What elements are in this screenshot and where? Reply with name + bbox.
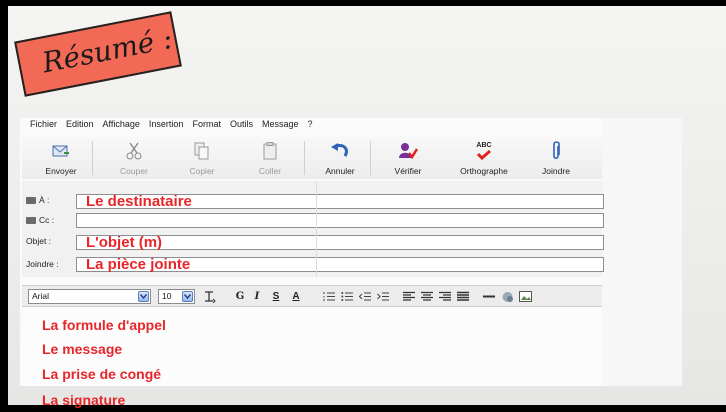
menu-fichier[interactable]: Fichier xyxy=(30,119,57,133)
chevron-down-icon[interactable] xyxy=(182,291,193,302)
font-select[interactable]: Arial xyxy=(28,289,151,304)
subject-field[interactable]: L'objet (m) xyxy=(76,234,604,251)
check-names-icon xyxy=(398,141,418,161)
body-line-message: Le message xyxy=(42,341,123,357)
align-right-button[interactable] xyxy=(438,289,452,304)
align-right-icon xyxy=(439,291,451,301)
subject-label: Objet : xyxy=(26,236,52,246)
clipboard-icon xyxy=(260,141,280,161)
address-book-icon[interactable] xyxy=(26,216,36,224)
paragraph-style-icon xyxy=(205,291,216,303)
left-frame-edge xyxy=(0,0,8,412)
attach-field[interactable]: La pièce jointe xyxy=(76,256,604,273)
menu-help[interactable]: ? xyxy=(308,119,313,133)
bold-button[interactable]: G xyxy=(234,289,246,304)
align-left-icon xyxy=(403,291,415,301)
to-field[interactable]: Le destinataire xyxy=(76,193,604,210)
body-line-signature: La signature xyxy=(42,392,126,408)
toolbar-separator xyxy=(92,141,93,175)
align-left-button[interactable] xyxy=(402,289,416,304)
paperclip-icon xyxy=(546,141,566,161)
body-line-closing: La prise de congé xyxy=(42,366,162,382)
justify-button[interactable] xyxy=(456,289,470,304)
cc-label: Cc : xyxy=(26,215,54,225)
decrease-indent-button[interactable] xyxy=(358,289,372,304)
cut-button[interactable]: Couper xyxy=(106,139,162,179)
chevron-down-icon[interactable] xyxy=(138,291,149,302)
menu-bar: Fichier Edition Affichage Insertion Form… xyxy=(30,119,322,133)
paragraph-style-button[interactable] xyxy=(203,289,217,304)
menu-insertion[interactable]: Insertion xyxy=(149,119,184,133)
check-names-button[interactable]: Vérifier xyxy=(380,139,436,179)
body-line-greeting: La formule d'appel xyxy=(42,317,166,333)
menu-format[interactable]: Format xyxy=(192,119,221,133)
justify-icon xyxy=(457,291,469,301)
font-size-select[interactable]: 10 xyxy=(158,289,195,304)
toolbar-separator xyxy=(304,141,305,175)
to-label: À : xyxy=(26,195,49,205)
cc-field[interactable] xyxy=(76,213,604,228)
to-value: Le destinataire xyxy=(86,193,192,210)
scissors-icon xyxy=(124,141,144,161)
bullet-list-button[interactable] xyxy=(340,289,354,304)
menu-affichage[interactable]: Affichage xyxy=(103,119,140,133)
address-book-icon[interactable] xyxy=(26,196,36,204)
attach-label: Joindre : xyxy=(26,259,59,269)
spelling-button[interactable]: ABC Orthographe xyxy=(456,139,512,179)
copy-button[interactable]: Copier xyxy=(174,139,230,179)
horizontal-line-button[interactable] xyxy=(482,289,496,304)
attach-value: La pièce jointe xyxy=(86,256,191,273)
image-icon xyxy=(518,291,532,302)
insert-image-button[interactable] xyxy=(518,289,532,304)
spellcheck-icon: ABC xyxy=(474,141,494,161)
outdent-icon xyxy=(359,292,371,301)
insert-link-button[interactable] xyxy=(500,289,514,304)
horizontal-line-icon xyxy=(483,295,495,298)
menu-edition[interactable]: Edition xyxy=(66,119,94,133)
paper-fold-line xyxy=(316,181,317,277)
numbered-list-button[interactable] xyxy=(322,289,336,304)
menu-message[interactable]: Message xyxy=(262,119,299,133)
send-button[interactable]: Envoyer xyxy=(33,139,89,179)
send-icon xyxy=(51,141,71,161)
toolbar-separator xyxy=(370,141,371,175)
attach-button[interactable]: Joindre xyxy=(528,139,584,179)
undo-icon xyxy=(330,141,350,161)
subject-value: L'objet (m) xyxy=(86,234,163,251)
underline-button[interactable]: S xyxy=(270,289,282,304)
link-icon xyxy=(502,291,513,302)
undo-button[interactable]: Annuler xyxy=(312,139,368,179)
paste-button[interactable]: Coller xyxy=(242,139,298,179)
bullet-list-icon xyxy=(341,292,353,301)
increase-indent-button[interactable] xyxy=(376,289,390,304)
italic-button[interactable]: I xyxy=(251,289,263,304)
numbered-list-icon xyxy=(323,292,335,301)
menu-outils[interactable]: Outils xyxy=(230,119,253,133)
font-color-button[interactable]: A xyxy=(289,289,303,304)
indent-icon xyxy=(377,292,389,301)
copy-icon xyxy=(192,141,212,161)
paper-margin xyxy=(602,118,682,386)
align-center-button[interactable] xyxy=(420,289,434,304)
align-center-icon xyxy=(421,291,433,301)
